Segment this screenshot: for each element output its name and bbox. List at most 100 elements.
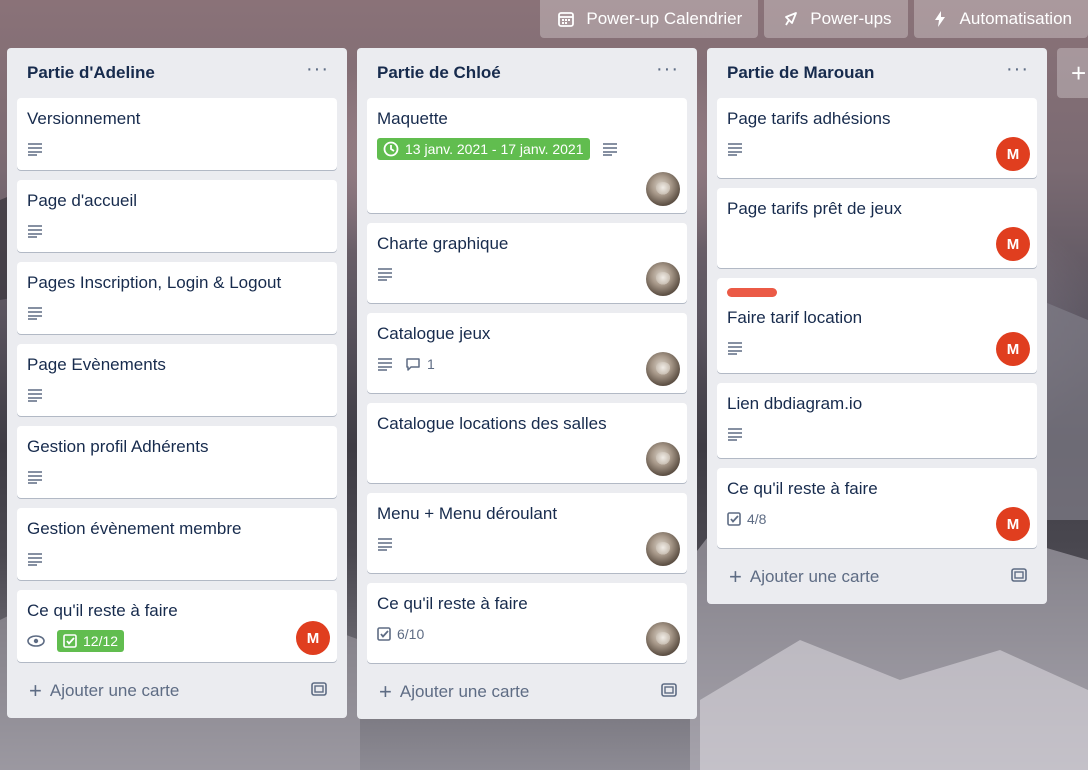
avatar[interactable]: [646, 532, 680, 566]
list-menu-icon[interactable]: ···: [306, 59, 329, 87]
list-title[interactable]: Partie de Marouan: [727, 63, 874, 83]
add-card-label: Ajouter une carte: [49, 681, 180, 700]
red-label[interactable]: [727, 288, 777, 297]
card[interactable]: Gestion évènement membre: [17, 508, 337, 580]
card-title: Page tarifs adhésions: [727, 109, 891, 128]
card[interactable]: Ce qu'il reste à faire 12/12 M: [17, 590, 337, 662]
plus-icon: +: [379, 679, 392, 704]
avatar[interactable]: M: [996, 227, 1030, 261]
powerups-label: Power-ups: [810, 9, 892, 28]
rocket-icon: [785, 12, 798, 26]
card[interactable]: Page Evènements: [17, 344, 337, 416]
avatar[interactable]: M: [996, 332, 1030, 366]
list-menu-icon[interactable]: ···: [656, 59, 679, 87]
calendar-powerup-label: Power-up Calendrier: [586, 9, 743, 28]
list-chloe: Partie de Chloé ··· Maquette 13 janv. 20…: [357, 48, 697, 719]
card[interactable]: Catalogue locations des salles: [367, 403, 687, 483]
avatar[interactable]: M: [996, 137, 1030, 171]
card-title: Ce qu'il reste à faire: [27, 601, 178, 620]
card-title: Page d'accueil: [27, 191, 138, 210]
card-title: Maquette: [377, 109, 448, 128]
avatar[interactable]: [646, 442, 680, 476]
avatar[interactable]: [646, 262, 680, 296]
template-icon[interactable]: [661, 682, 677, 702]
comment-icon: [406, 358, 420, 371]
add-card-button[interactable]: + Ajouter une carte: [717, 558, 1037, 596]
card[interactable]: Maquette 13 janv. 2021 - 17 janv. 2021: [367, 98, 687, 213]
list-header: Partie de Marouan ···: [717, 48, 1037, 98]
avatar[interactable]: M: [996, 507, 1030, 541]
list-header: Partie de Chloé ···: [367, 48, 687, 98]
card-title: Versionnement: [27, 109, 141, 128]
card-title: Lien dbdiagram.io: [727, 394, 863, 413]
description-icon: [27, 142, 43, 156]
plus-icon: +: [29, 678, 42, 703]
powerups-button[interactable]: Power-ups: [764, 0, 908, 38]
template-icon[interactable]: [1011, 567, 1027, 587]
description-icon: [27, 470, 43, 484]
plus-icon: +: [729, 564, 742, 589]
card-title: Pages Inscription, Login & Logout: [27, 273, 282, 292]
checklist-count: 4/8: [747, 511, 767, 527]
automation-label: Automatisation: [959, 9, 1072, 28]
avatar[interactable]: [646, 622, 680, 656]
due-date-badge: 13 janv. 2021 - 17 janv. 2021: [377, 138, 590, 160]
add-card-button[interactable]: + Ajouter une carte: [367, 673, 687, 711]
description-icon: [377, 267, 393, 281]
card[interactable]: Ce qu'il reste à faire 4/8 M: [717, 468, 1037, 548]
card[interactable]: Faire tarif location M: [717, 278, 1037, 373]
card-title: Page tarifs prêt de jeux: [727, 199, 902, 218]
automation-button[interactable]: Automatisation: [913, 0, 1088, 38]
comment-count: 1: [427, 356, 435, 372]
card[interactable]: Gestion profil Adhérents: [17, 426, 337, 498]
card[interactable]: Pages Inscription, Login & Logout: [17, 262, 337, 334]
description-icon: [727, 427, 743, 441]
comments-badge: 1: [405, 356, 435, 372]
template-icon[interactable]: [311, 681, 327, 701]
card-title: Page Evènements: [27, 355, 166, 374]
due-date-text: 13 janv. 2021 - 17 janv. 2021: [405, 141, 584, 157]
checklist-count: 12/12: [83, 633, 119, 649]
watch-eye-icon: [27, 634, 45, 648]
list-menu-icon[interactable]: ···: [1006, 59, 1029, 87]
checkbox-icon: [727, 512, 741, 526]
description-icon: [602, 142, 618, 156]
card-title: Charte graphique: [377, 234, 509, 253]
card[interactable]: Ce qu'il reste à faire 6/10: [367, 583, 687, 663]
card[interactable]: Page tarifs adhésions M: [717, 98, 1037, 178]
list-marouan: Partie de Marouan ··· Page tarifs adhési…: [707, 48, 1047, 604]
checkbox-icon: [63, 634, 77, 648]
lightning-icon: [934, 11, 945, 27]
card-title: Gestion évènement membre: [27, 519, 242, 538]
checklist-badge: 12/12: [57, 630, 125, 652]
card[interactable]: Lien dbdiagram.io: [717, 383, 1037, 458]
card-title: Gestion profil Adhérents: [27, 437, 209, 456]
description-icon: [27, 552, 43, 566]
card[interactable]: Charte graphique: [367, 223, 687, 303]
description-icon: [27, 306, 43, 320]
list-title[interactable]: Partie d'Adeline: [27, 63, 155, 83]
checkbox-icon: [377, 627, 391, 641]
card-title: Faire tarif location: [727, 308, 863, 327]
calendar-powerup-button[interactable]: Power-up Calendrier: [540, 0, 759, 38]
description-icon: [727, 142, 743, 156]
card[interactable]: Page d'accueil: [17, 180, 337, 252]
list-adeline: Partie d'Adeline ··· Versionnement Page …: [7, 48, 347, 718]
card[interactable]: Versionnement: [17, 98, 337, 170]
avatar[interactable]: M: [296, 621, 330, 655]
card-title: Ce qu'il reste à faire: [377, 594, 528, 613]
add-card-button[interactable]: + Ajouter une carte: [17, 672, 337, 710]
add-list-button[interactable]: +: [1057, 48, 1088, 98]
avatar[interactable]: [646, 172, 680, 206]
list-title[interactable]: Partie de Chloé: [377, 63, 501, 83]
card[interactable]: Menu + Menu déroulant: [367, 493, 687, 573]
card[interactable]: Page tarifs prêt de jeux M: [717, 188, 1037, 268]
card-title: Catalogue locations des salles: [377, 414, 607, 433]
avatar[interactable]: [646, 352, 680, 386]
card-title: Ce qu'il reste à faire: [727, 479, 878, 498]
card[interactable]: Catalogue jeux 1: [367, 313, 687, 393]
add-card-label: Ajouter une carte: [399, 682, 530, 701]
checklist-count: 6/10: [397, 626, 425, 642]
description-icon: [27, 388, 43, 402]
description-icon: [727, 341, 743, 355]
